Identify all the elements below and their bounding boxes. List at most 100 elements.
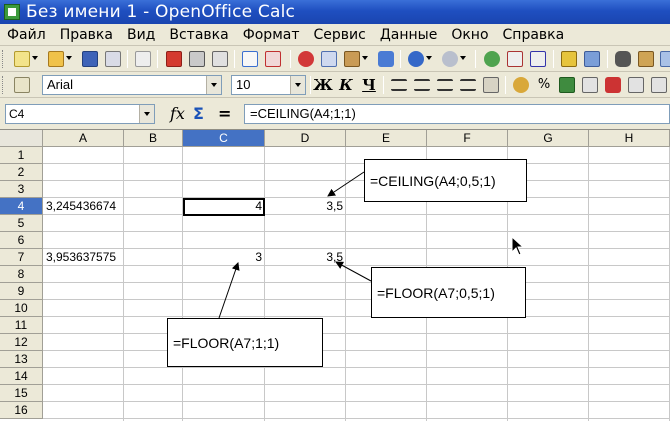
percent-format-icon[interactable]: %	[536, 77, 552, 93]
menu-window[interactable]: Окно	[444, 27, 495, 43]
row-header-5[interactable]: 5	[0, 215, 43, 232]
align-left-icon[interactable]	[391, 79, 407, 91]
redo-icon[interactable]	[442, 51, 458, 67]
copy-icon[interactable]	[321, 51, 337, 67]
align-right-icon[interactable]	[437, 79, 453, 91]
menu-insert[interactable]: Вставка	[162, 27, 235, 43]
column-header-d[interactable]: D	[265, 130, 346, 147]
column-header-f[interactable]: F	[427, 130, 508, 147]
underline-button[interactable]: Ч	[359, 76, 379, 94]
column-header-g[interactable]: G	[508, 130, 589, 147]
row-header-4[interactable]: 4	[0, 198, 43, 215]
cell-c7[interactable]: 3	[183, 249, 265, 266]
cell-a4[interactable]: 3,245436674	[43, 198, 124, 215]
menu-tools[interactable]: Сервис	[307, 27, 373, 43]
column-header-e[interactable]: E	[346, 130, 427, 147]
row-header-7[interactable]: 7	[0, 249, 43, 266]
increase-indent-icon[interactable]	[651, 77, 667, 93]
align-center-icon[interactable]	[414, 79, 430, 91]
cell-c4[interactable]: 4	[183, 198, 265, 215]
menu-view[interactable]: Вид	[120, 27, 162, 43]
column-header-b[interactable]: B	[124, 130, 183, 147]
new-document-icon[interactable]	[14, 51, 30, 67]
row-header-1[interactable]: 1	[0, 147, 43, 164]
email-icon[interactable]	[105, 51, 121, 67]
spellcheck-icon[interactable]	[242, 51, 258, 67]
menu-help[interactable]: Справка	[496, 27, 572, 43]
undo-icon[interactable]	[408, 51, 424, 67]
row-header-15[interactable]: 15	[0, 385, 43, 402]
name-box[interactable]: C4	[5, 104, 155, 124]
font-name-select[interactable]: Arial	[42, 75, 222, 95]
toolbar-grip[interactable]	[2, 76, 5, 94]
column-header-h[interactable]: H	[589, 130, 670, 147]
cell-d7[interactable]: 3,5	[265, 249, 346, 266]
find-replace-icon[interactable]	[615, 51, 631, 67]
function-icon[interactable]: =	[218, 104, 238, 124]
toolbar-grip[interactable]	[2, 50, 5, 68]
row-header-6[interactable]: 6	[0, 232, 43, 249]
spreadsheet-grid[interactable]: A B C D E F G H 1 2 3 4 5 6 7 8 9 10 11 …	[0, 130, 670, 421]
column-header-a[interactable]: A	[43, 130, 124, 147]
row-header-16[interactable]: 16	[0, 402, 43, 419]
paste-dropdown-arrow[interactable]	[362, 56, 368, 60]
clone-formatting-icon[interactable]	[378, 51, 394, 67]
gallery-icon[interactable]	[660, 51, 670, 67]
row-header-9[interactable]: 9	[0, 283, 43, 300]
save-icon[interactable]	[82, 51, 98, 67]
undo-dropdown-arrow[interactable]	[426, 56, 432, 60]
row-header-12[interactable]: 12	[0, 334, 43, 351]
name-box-dropdown-button[interactable]	[139, 105, 154, 123]
bold-button[interactable]: Ж	[313, 76, 333, 94]
menu-file[interactable]: Файл	[0, 27, 53, 43]
currency-format-icon[interactable]	[513, 77, 529, 93]
gridline	[123, 147, 124, 421]
row-header-2[interactable]: 2	[0, 164, 43, 181]
gridline	[43, 401, 670, 402]
autospellcheck-icon[interactable]	[265, 51, 281, 67]
paste-icon[interactable]	[344, 51, 360, 67]
open-dropdown-arrow[interactable]	[66, 56, 72, 60]
draw-functions-icon[interactable]	[584, 51, 600, 67]
decrease-indent-icon[interactable]	[628, 77, 644, 93]
merge-cells-icon[interactable]	[483, 77, 499, 93]
add-decimal-icon[interactable]	[582, 77, 598, 93]
row-header-11[interactable]: 11	[0, 317, 43, 334]
row-header-3[interactable]: 3	[0, 181, 43, 198]
select-all-corner[interactable]	[0, 130, 43, 147]
open-folder-icon[interactable]	[48, 51, 64, 67]
cell-d4[interactable]: 3,5	[265, 198, 346, 215]
column-header-c[interactable]: C	[183, 130, 265, 147]
navigator-icon[interactable]	[638, 51, 654, 67]
justify-icon[interactable]	[460, 79, 476, 91]
cell-a7[interactable]: 3,953637575	[43, 249, 124, 266]
hyperlink-icon[interactable]	[484, 51, 500, 67]
font-name-dropdown-button[interactable]	[206, 76, 221, 94]
formula-input[interactable]: =CEILING(A4;1;1)	[244, 104, 670, 124]
menu-format[interactable]: Формат	[236, 27, 307, 43]
cut-icon[interactable]	[298, 51, 314, 67]
styles-formatting-icon[interactable]	[14, 77, 30, 93]
insert-chart-icon[interactable]	[561, 51, 577, 67]
standard-format-icon[interactable]	[559, 77, 575, 93]
row-header-13[interactable]: 13	[0, 351, 43, 368]
new-dropdown-arrow[interactable]	[32, 56, 38, 60]
font-size-dropdown-button[interactable]	[290, 76, 305, 94]
row-header-8[interactable]: 8	[0, 266, 43, 283]
menu-data[interactable]: Данные	[373, 27, 445, 43]
italic-button[interactable]: К	[336, 76, 356, 94]
delete-decimal-icon[interactable]	[605, 77, 621, 93]
row-header-14[interactable]: 14	[0, 368, 43, 385]
sum-icon[interactable]: Σ	[193, 104, 213, 124]
export-pdf-icon[interactable]	[166, 51, 182, 67]
print-icon[interactable]	[189, 51, 205, 67]
menu-edit[interactable]: Правка	[53, 27, 120, 43]
redo-dropdown-arrow[interactable]	[460, 56, 466, 60]
print-preview-icon[interactable]	[212, 51, 228, 67]
sort-descending-icon[interactable]	[530, 51, 546, 67]
sort-ascending-icon[interactable]	[507, 51, 523, 67]
function-wizard-icon[interactable]: fx	[170, 104, 190, 124]
row-header-10[interactable]: 10	[0, 300, 43, 317]
font-size-select[interactable]: 10	[231, 75, 306, 95]
edit-file-icon[interactable]	[135, 51, 151, 67]
